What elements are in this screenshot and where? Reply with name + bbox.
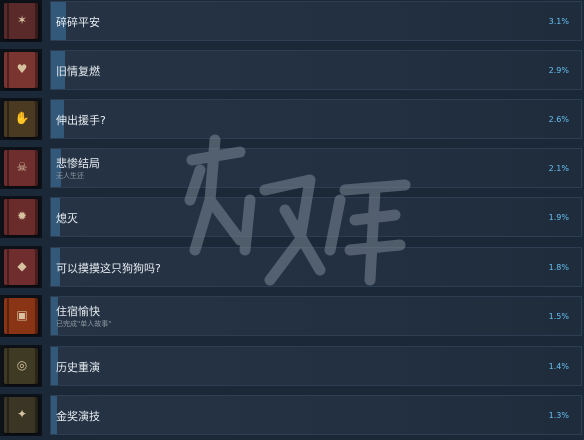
heart-icon: ♥ — [16, 62, 28, 76]
scribble-icon: ✶ — [16, 13, 28, 27]
achievement-icon: ◆ — [0, 246, 42, 288]
achievement-name: 可以摸摸这只狗狗吗? — [56, 262, 161, 275]
achievement-icon: ◎ — [0, 345, 42, 387]
unlock-percentage: 1.3% — [548, 411, 569, 420]
swirl-icon: ◎ — [16, 358, 28, 372]
unlock-percentage: 1.9% — [548, 213, 569, 222]
achievement-row[interactable]: ◎ 历史重演 1.4% — [0, 345, 584, 390]
book-icon: ✦ — [4, 397, 38, 433]
achievement-row[interactable]: ✶ 碎碎平安 3.1% — [0, 0, 584, 45]
achievement-icon: ▣ — [0, 295, 42, 337]
achievement-name: 住宿愉快 — [56, 305, 100, 318]
skull-icon: ☠ — [16, 160, 28, 174]
book-icon: ✹ — [4, 199, 38, 235]
unlock-percentage: 1.5% — [548, 312, 569, 321]
book-icon: ◆ — [4, 249, 38, 285]
achievement-icon: ✶ — [0, 0, 42, 42]
dog-icon: ◆ — [17, 259, 27, 273]
achievement-row[interactable]: ✋ 伸出援手? 2.6% — [0, 98, 584, 143]
achievement-icon: ☠ — [0, 147, 42, 189]
unlock-percentage: 2.6% — [548, 115, 569, 124]
achievement-panel: 可以摸摸这只狗狗吗? 1.8% — [50, 247, 582, 287]
book-icon: ◎ — [4, 348, 38, 384]
achievement-row[interactable]: ✦ 金奖演技 1.3% — [0, 394, 584, 439]
achievement-panel: 金奖演技 1.3% — [50, 395, 582, 435]
book-icon: ♥ — [4, 52, 38, 88]
achievement-panel: 历史重演 1.4% — [50, 346, 582, 386]
book-icon: ✶ — [4, 3, 38, 39]
unlock-percentage: 2.9% — [548, 66, 569, 75]
unlock-percentage: 3.1% — [548, 17, 569, 26]
achievement-subtitle: 已完成"单人故事" — [56, 320, 112, 328]
achievement-panel: 住宿愉快已完成"单人故事" 1.5% — [50, 296, 582, 336]
achievement-row[interactable]: ♥ 旧情复燃 2.9% — [0, 49, 584, 94]
achievement-name: 悲惨结局 — [56, 157, 100, 170]
achievement-row[interactable]: ▣ 住宿愉快已完成"单人故事" 1.5% — [0, 295, 584, 340]
achievement-panel: 碎碎平安 3.1% — [50, 1, 582, 41]
achievement-panel: 悲惨结局无人生还 2.1% — [50, 148, 582, 188]
bed-icon: ▣ — [16, 308, 28, 322]
achievement-row[interactable]: ✹ 熄灭 1.9% — [0, 196, 584, 241]
unlock-percentage: 2.1% — [548, 164, 569, 173]
hand-icon: ✋ — [14, 111, 30, 125]
achievement-name: 碎碎平安 — [56, 16, 100, 29]
achievement-name: 伸出援手? — [56, 114, 106, 127]
achievement-name: 金奖演技 — [56, 410, 100, 423]
book-icon: ▣ — [4, 298, 38, 334]
achievement-icon: ✋ — [0, 98, 42, 140]
book-icon: ✋ — [4, 101, 38, 137]
achievement-icon: ♥ — [0, 49, 42, 91]
star-icon: ✦ — [16, 407, 28, 421]
achievement-icon: ✦ — [0, 394, 42, 436]
achievement-panel: 旧情复燃 2.9% — [50, 50, 582, 90]
achievement-panel: 熄灭 1.9% — [50, 197, 582, 237]
achievement-panel: 伸出援手? 2.6% — [50, 99, 582, 139]
achievement-name: 历史重演 — [56, 361, 100, 374]
unlock-percentage: 1.8% — [548, 263, 569, 272]
achievement-name: 熄灭 — [56, 212, 78, 225]
unlock-percentage: 1.4% — [548, 362, 569, 371]
achievement-icon: ✹ — [0, 196, 42, 238]
book-icon: ☠ — [4, 150, 38, 186]
achievement-name: 旧情复燃 — [56, 65, 100, 78]
achievement-row[interactable]: ◆ 可以摸摸这只狗狗吗? 1.8% — [0, 246, 584, 291]
flame-icon: ✹ — [16, 209, 28, 223]
achievement-subtitle: 无人生还 — [56, 172, 84, 180]
achievement-row[interactable]: ☠ 悲惨结局无人生还 2.1% — [0, 147, 584, 192]
